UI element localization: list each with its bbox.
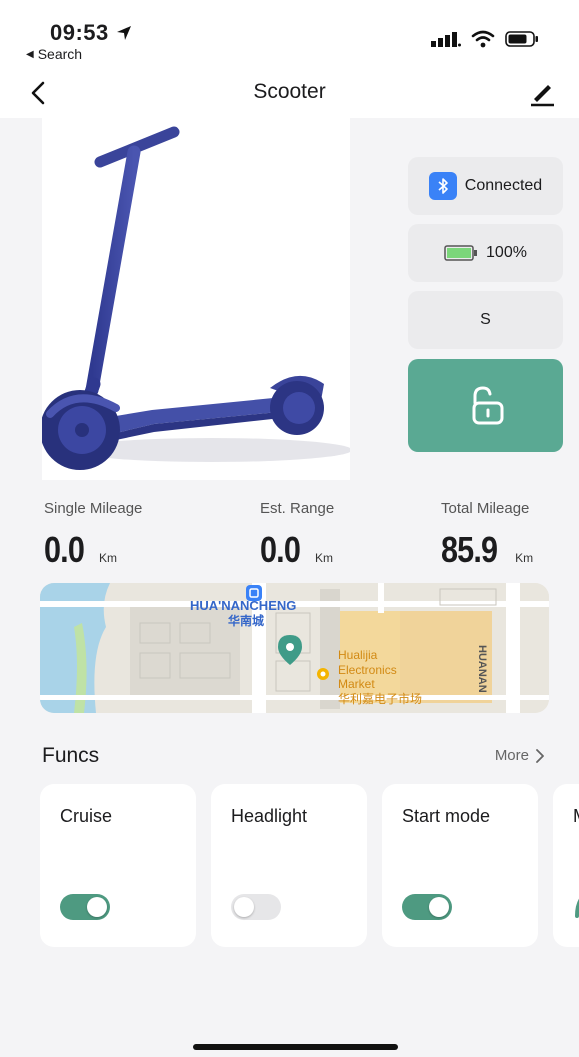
func-card-partial: M xyxy=(553,784,579,947)
bluetooth-icon xyxy=(428,172,457,200)
location-map[interactable]: HUA'NANCHENG 华南城 Hualijia Electronics Ma… xyxy=(40,583,549,713)
electric-scooter-illustration xyxy=(40,126,352,470)
gauge-arc-icon xyxy=(575,898,579,918)
map-label-poi-3: Market xyxy=(338,677,375,691)
home-indicator[interactable] xyxy=(193,1044,398,1050)
lock-toggle-button[interactable] xyxy=(408,359,563,452)
chevron-right-icon xyxy=(536,748,544,763)
location-arrow-icon xyxy=(116,26,131,40)
more-funcs-link[interactable]: More xyxy=(495,747,545,764)
edit-pencil-icon[interactable] xyxy=(527,78,557,108)
map-label-poi-2: Electronics xyxy=(338,663,397,677)
back-to-app[interactable]: ◀ Search xyxy=(26,46,82,62)
cellular-signal-icon xyxy=(431,32,461,47)
headlight-toggle[interactable] xyxy=(231,894,281,920)
navigation-bar: Scooter xyxy=(0,70,579,118)
battery-icon xyxy=(505,31,538,47)
stat-total-mileage: Total Mileage 85.9 Km xyxy=(441,500,534,570)
func-card-headlight: Headlight xyxy=(211,784,367,947)
func-card-start-mode: Start mode xyxy=(382,784,538,947)
map-label-area-en: HUA'NANCHENG xyxy=(190,598,297,613)
stat-est-range: Est. Range 0.0 Km xyxy=(260,500,335,570)
scooter-screen: 09:53 ◀ Search Scooter Connected 100% S … xyxy=(0,0,579,1057)
start-mode-toggle[interactable] xyxy=(402,894,452,920)
map-label-poi-cn: 华利嘉电子市场 xyxy=(338,692,423,706)
cruise-toggle[interactable] xyxy=(60,894,110,920)
battery-level-icon xyxy=(444,245,478,261)
unlock-padlock-icon xyxy=(472,385,503,424)
wifi-icon xyxy=(471,30,495,48)
speed-mode-button[interactable]: S xyxy=(408,291,563,349)
func-card-cruise: Cruise xyxy=(40,784,196,947)
battery-status: 100% xyxy=(408,224,563,282)
page-title: Scooter xyxy=(253,80,326,103)
status-icons xyxy=(431,30,539,48)
connection-status[interactable]: Connected xyxy=(408,157,563,215)
scooter-image xyxy=(40,118,352,480)
map-label-road: HUANAN xyxy=(476,645,488,693)
back-triangle-icon: ◀ xyxy=(26,48,34,60)
stat-single-mileage: Single Mileage 0.0 Km xyxy=(44,500,143,570)
funcs-heading: Funcs xyxy=(42,744,100,767)
status-time: 09:53 xyxy=(50,20,133,46)
status-bar: 09:53 ◀ Search xyxy=(0,0,579,70)
map-label-area-cn: 华南城 xyxy=(228,614,265,628)
map-label-poi-1: Hualijia xyxy=(338,648,378,662)
